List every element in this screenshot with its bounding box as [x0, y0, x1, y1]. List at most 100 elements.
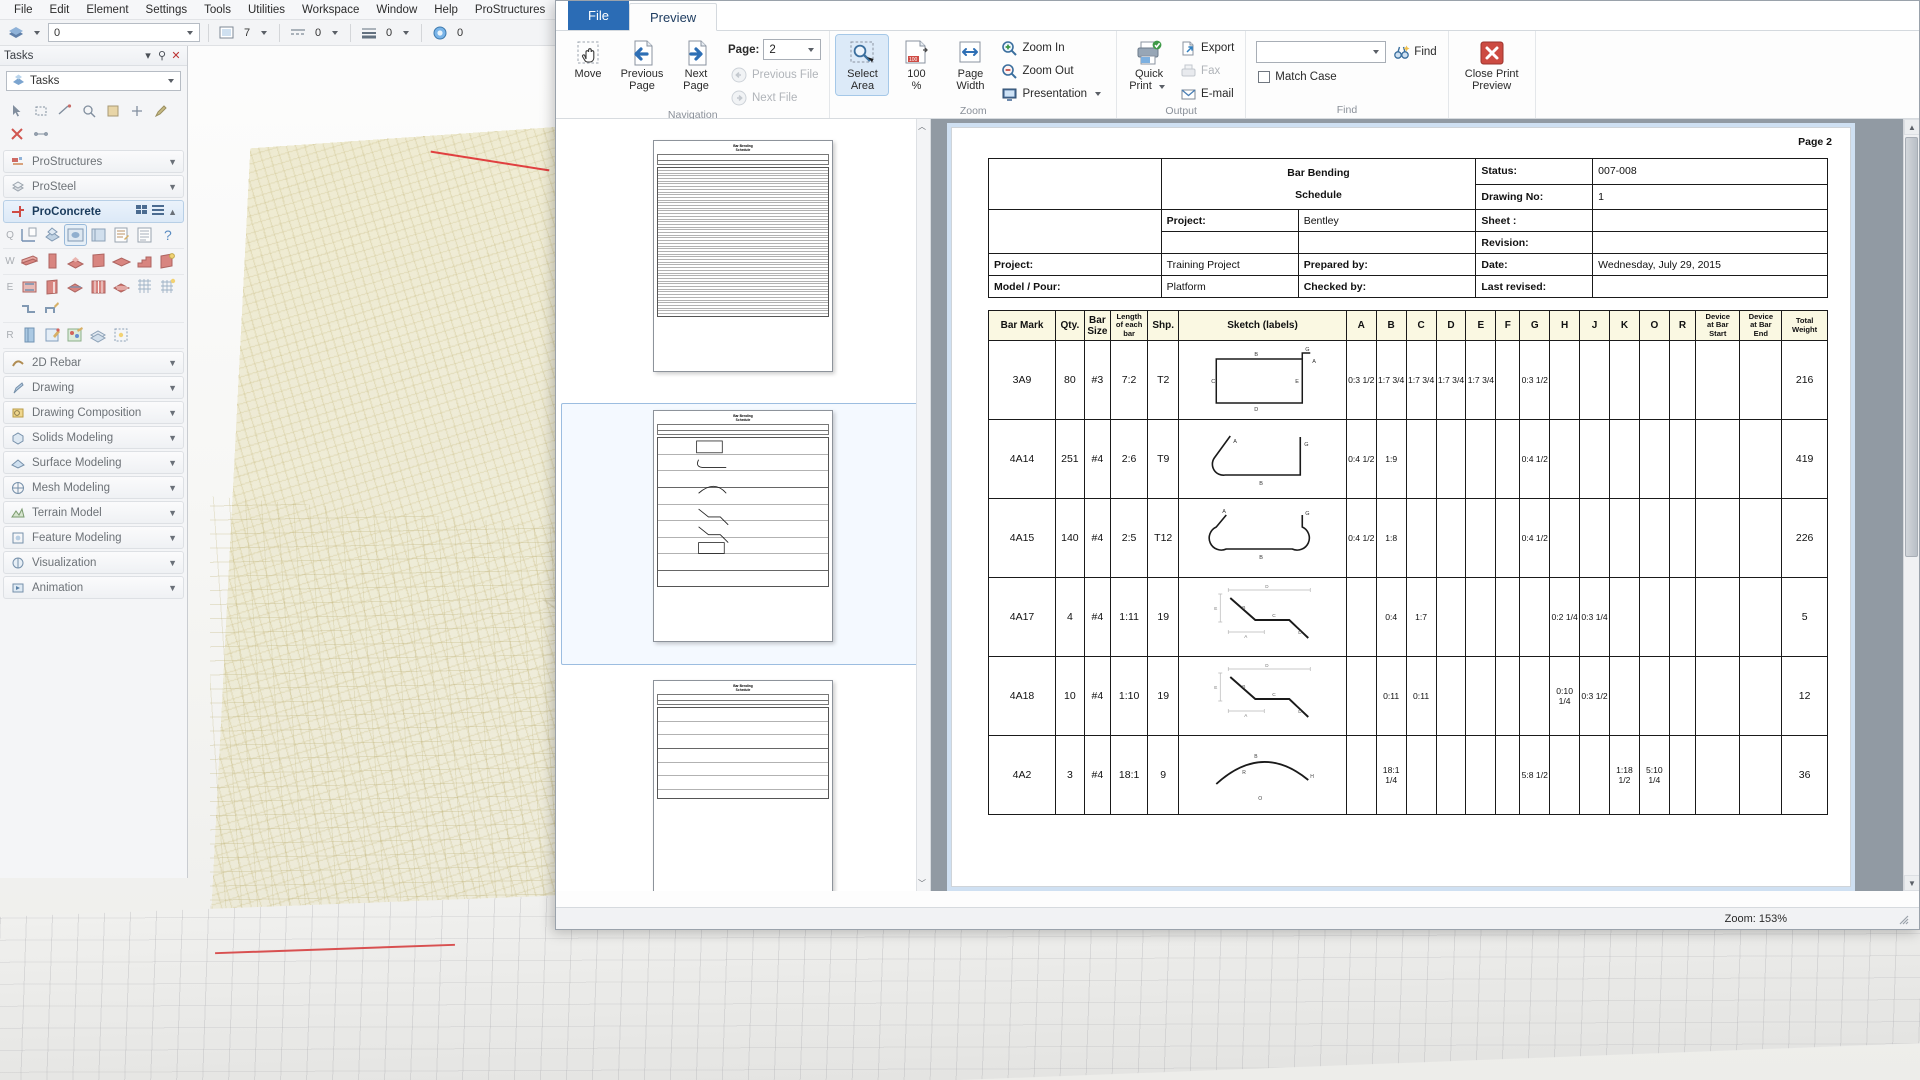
- color-swatch-icon[interactable]: [217, 23, 237, 42]
- mesh-grid-edit-icon[interactable]: [157, 277, 178, 297]
- change-attributes-icon[interactable]: [150, 101, 171, 121]
- fax-button[interactable]: Fax: [1177, 60, 1239, 82]
- scroll-down-icon[interactable]: ﹀: [918, 878, 926, 889]
- zoom-in-button[interactable]: Zoom In: [998, 37, 1110, 59]
- chevron-down-icon[interactable]: ▼: [168, 383, 177, 393]
- list-view-icon[interactable]: [152, 204, 165, 219]
- sidebar-item-drawing[interactable]: Drawing ▼: [3, 376, 184, 399]
- page-thumbnail-3[interactable]: Bar Bending Schedule: [653, 680, 833, 891]
- chevron-down-icon[interactable]: ▼: [168, 408, 177, 418]
- rebar-shape-edit-icon[interactable]: [42, 299, 63, 319]
- dimension-icon[interactable]: [30, 124, 51, 144]
- menu-item-window[interactable]: Window: [368, 2, 425, 18]
- sidebar-item-proconcrete[interactable]: ProConcrete ▲: [3, 200, 184, 223]
- rebar-in-beam-icon[interactable]: [19, 277, 40, 297]
- scroll-up-icon[interactable]: ︿: [918, 121, 926, 132]
- rebar-bend-icon[interactable]: [19, 299, 40, 319]
- chevron-down-icon[interactable]: ▼: [168, 182, 177, 192]
- analyze-icon[interactable]: [78, 101, 99, 121]
- concrete-slab-icon[interactable]: [111, 251, 132, 271]
- thumbnail-wrapper-2[interactable]: Bar Bending Schedule: [560, 403, 926, 665]
- next-file-button[interactable]: Next File: [728, 87, 823, 109]
- chevron-down-icon[interactable]: ▼: [168, 458, 177, 468]
- rebar-in-wall-icon[interactable]: [42, 277, 63, 297]
- color-style-icon[interactable]: [65, 325, 86, 345]
- rebar-area-icon[interactable]: [65, 277, 86, 297]
- active-level-combo[interactable]: 0: [48, 23, 200, 42]
- chevron-down-icon[interactable]: ▼: [168, 433, 177, 443]
- scrollbar-thumb[interactable]: [1905, 137, 1918, 557]
- sidebar-item-prosteel[interactable]: ProSteel ▼: [3, 175, 184, 198]
- measure-icon[interactable]: [54, 101, 75, 121]
- chevron-down-icon[interactable]: [1095, 92, 1102, 96]
- view-region-icon[interactable]: [111, 325, 132, 345]
- sidebar-item-drawing-composition[interactable]: Drawing Composition ▼: [3, 401, 184, 424]
- report-list-icon[interactable]: [134, 225, 155, 245]
- page-number-select[interactable]: 2: [763, 39, 822, 60]
- chevron-down-icon[interactable]: [1158, 85, 1165, 89]
- level-dropdown-caret[interactable]: [34, 30, 40, 35]
- rebar-mesh-icon[interactable]: [88, 277, 109, 297]
- page-thumbnail-1[interactable]: Bar Bending Schedule: [653, 140, 833, 372]
- line-style-icon[interactable]: [288, 23, 308, 42]
- email-button[interactable]: E-mail: [1177, 83, 1239, 105]
- chevron-down-icon[interactable]: ▼: [168, 157, 177, 167]
- concrete-stairs-icon[interactable]: [134, 251, 155, 271]
- rebar-distribution-icon[interactable]: [111, 277, 132, 297]
- manipulate-icon[interactable]: [126, 101, 147, 121]
- concrete-opening-icon[interactable]: [157, 251, 178, 271]
- menu-item-element[interactable]: Element: [78, 2, 136, 18]
- select-element-icon[interactable]: [6, 101, 27, 121]
- menu-item-help[interactable]: Help: [426, 2, 466, 18]
- sidebar-item-feature-modeling[interactable]: Feature Modeling ▼: [3, 526, 184, 549]
- menu-item-edit[interactable]: Edit: [42, 2, 78, 18]
- concrete-properties-icon[interactable]: [64, 224, 87, 246]
- concrete-wall-icon[interactable]: [88, 251, 109, 271]
- tab-file[interactable]: File: [568, 1, 629, 30]
- delete-element-icon[interactable]: [6, 124, 27, 144]
- concrete-foundation-icon[interactable]: [65, 251, 86, 271]
- model-view-icon[interactable]: [42, 225, 63, 245]
- document-pane[interactable]: Page 2 Bar Bending Schedule Status: 007-…: [931, 119, 1919, 891]
- sidebar-item-2d-rebar[interactable]: 2D Rebar ▼: [3, 351, 184, 374]
- line-weight-caret[interactable]: [403, 30, 409, 35]
- chevron-down-icon[interactable]: ▼: [168, 558, 177, 568]
- tab-preview[interactable]: Preview: [628, 3, 718, 31]
- scroll-down-icon[interactable]: ▼: [1904, 875, 1919, 891]
- menu-item-workspace[interactable]: Workspace: [294, 2, 367, 18]
- place-cell-icon[interactable]: [102, 101, 123, 121]
- export-button[interactable]: Export: [1177, 37, 1239, 59]
- previous-page-button[interactable]: Previous Page: [616, 35, 668, 95]
- resize-grip-icon[interactable]: [1897, 913, 1909, 925]
- page-width-button[interactable]: Page Width: [944, 35, 996, 95]
- edit-drawing-icon[interactable]: [42, 325, 63, 345]
- tasks-selector-combo[interactable]: Tasks: [6, 71, 181, 91]
- quick-print-button[interactable]: Quick Print: [1123, 35, 1175, 95]
- mesh-grid-icon[interactable]: [134, 277, 155, 297]
- chevron-down-icon[interactable]: ▼: [168, 583, 177, 593]
- zoom-out-button[interactable]: Zoom Out: [998, 60, 1110, 82]
- sidebar-item-animation[interactable]: Animation ▼: [3, 576, 184, 599]
- concrete-library-icon[interactable]: [88, 225, 109, 245]
- line-weight-icon[interactable]: [359, 23, 379, 42]
- page-thumbnail-pane[interactable]: Bar Bending Schedule Bar Bending Schedule: [556, 119, 931, 891]
- chevron-down-icon[interactable]: ▾: [141, 49, 155, 63]
- drawing-sheet-icon[interactable]: [19, 325, 40, 345]
- sidebar-item-terrain-model[interactable]: Terrain Model ▼: [3, 501, 184, 524]
- next-page-button[interactable]: Next Page: [670, 35, 722, 95]
- level-symbology-icon[interactable]: [6, 23, 26, 42]
- chevron-down-icon[interactable]: ▼: [168, 533, 177, 543]
- sidebar-item-visualization[interactable]: Visualization ▼: [3, 551, 184, 574]
- find-button[interactable]: Find: [1390, 41, 1441, 63]
- sidebar-item-surface-modeling[interactable]: Surface Modeling ▼: [3, 451, 184, 474]
- thumbnail-wrapper-1[interactable]: Bar Bending Schedule: [561, 133, 926, 395]
- sidebar-item-prostructures[interactable]: ProStructures ▼: [3, 150, 184, 173]
- chevron-down-icon[interactable]: [1373, 50, 1380, 54]
- chevron-down-icon[interactable]: ▼: [168, 358, 177, 368]
- document-vertical-scrollbar[interactable]: ▲ ▼: [1903, 119, 1919, 891]
- sidebar-item-mesh-modeling[interactable]: Mesh Modeling ▼: [3, 476, 184, 499]
- help-icon[interactable]: ?: [157, 225, 178, 245]
- select-area-button[interactable]: Select Area: [835, 34, 890, 96]
- move-button[interactable]: Move: [562, 35, 614, 83]
- menu-item-file[interactable]: File: [6, 2, 41, 18]
